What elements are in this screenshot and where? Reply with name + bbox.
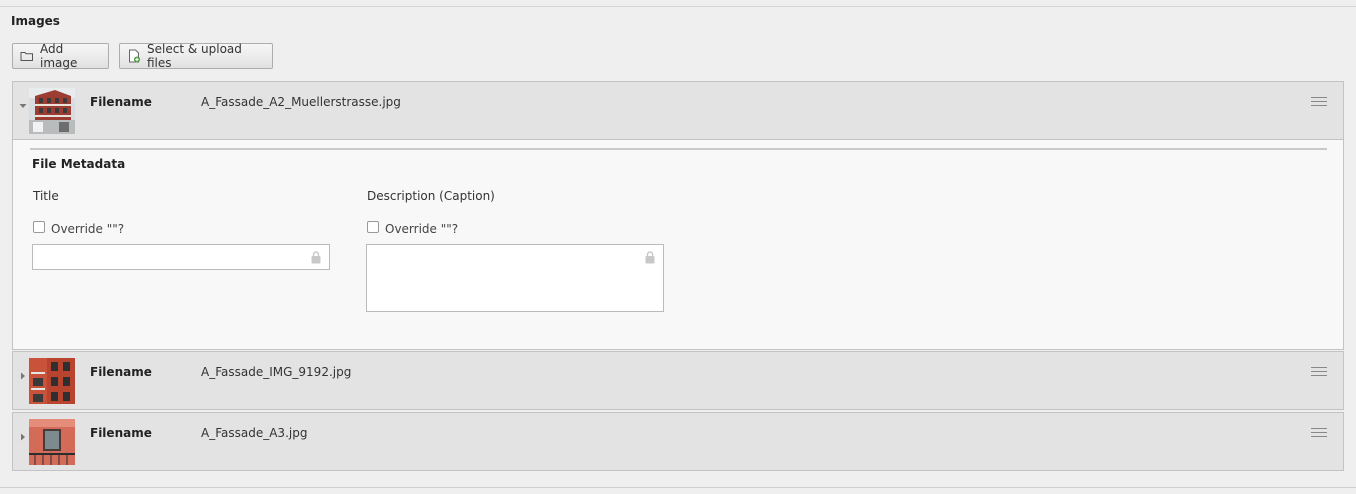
image-record-1: Filename A_Fassade_A2_Muellerstrasse.jpg… [12,81,1344,350]
expand-triangle-icon[interactable] [18,370,28,380]
file-metadata-panel: File Metadata Title Override ""? Descrip… [13,140,1343,349]
expand-triangle-icon[interactable] [18,431,28,441]
title-input[interactable] [32,244,330,270]
add-image-button[interactable]: Add image [12,42,109,70]
description-field-label: Description (Caption) [367,189,495,203]
lock-icon [645,251,655,264]
image-thumbnail[interactable] [29,419,75,465]
title-override-checkbox[interactable] [33,221,45,233]
image-record-2: Filename A_Fassade_IMG_9192.jpg [12,351,1344,410]
record-header[interactable]: Filename A_Fassade_A3.jpg [13,413,1343,471]
collapse-triangle-icon[interactable] [18,100,28,110]
description-override-label: Override ""? [385,222,459,236]
metadata-title: File Metadata [32,157,126,171]
filename-value: A_Fassade_A2_Muellerstrasse.jpg [201,95,401,109]
title-override-row[interactable]: Override ""? [33,221,125,236]
folder-icon [20,49,34,63]
filename-label: Filename [90,365,152,379]
add-image-label: Add image [40,42,78,70]
description-textarea[interactable] [366,244,664,312]
drag-handle-icon[interactable] [1311,97,1327,109]
select-upload-files-label: Select & upload files [147,42,242,70]
filename-value: A_Fassade_A3.jpg [201,426,308,440]
lock-icon [311,251,321,264]
section-title: Images [11,14,60,28]
record-header[interactable]: Filename A_Fassade_IMG_9192.jpg [13,352,1343,410]
description-override-row[interactable]: Override ""? [367,221,459,236]
record-header[interactable]: Filename A_Fassade_A2_Muellerstrasse.jpg [13,82,1343,140]
image-record-3: Filename A_Fassade_A3.jpg [12,412,1344,471]
select-upload-files-button[interactable]: Select & upload files [119,42,273,70]
image-thumbnail[interactable] [29,358,75,404]
drag-handle-icon[interactable] [1311,367,1327,379]
bottom-divider [0,487,1356,488]
metadata-divider [30,148,1327,150]
file-upload-icon [127,49,141,63]
title-field-label: Title [33,189,59,203]
filename-label: Filename [90,95,152,109]
filename-label: Filename [90,426,152,440]
top-divider [0,6,1356,7]
title-override-label: Override ""? [51,222,125,236]
image-thumbnail[interactable] [29,88,75,134]
filename-value: A_Fassade_IMG_9192.jpg [201,365,352,379]
description-override-checkbox[interactable] [367,221,379,233]
drag-handle-icon[interactable] [1311,428,1327,440]
